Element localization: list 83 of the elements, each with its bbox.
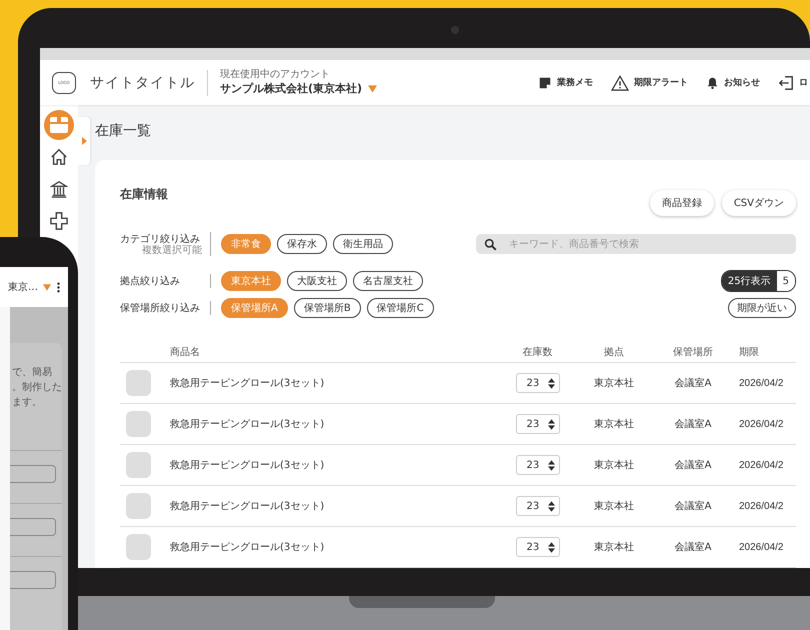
card-title: 在庫情報 — [120, 186, 168, 203]
header-button[interactable]: CSVダウン — [722, 190, 796, 216]
table-cell-text: 2026/04/2 — [738, 378, 784, 388]
stepper-arrows-icon — [548, 418, 554, 430]
column-header: 在庫数 — [522, 346, 554, 359]
caret-icon — [43, 284, 51, 290]
column-header: 拠点 — [603, 346, 625, 359]
filter-chip[interactable]: 名古屋支社 — [353, 271, 423, 291]
column-header: 商品名 — [170, 346, 201, 359]
input-field[interactable] — [10, 518, 56, 536]
logout-icon — [778, 74, 794, 90]
column-header: 期限 — [738, 346, 760, 359]
filter-note: 複数選択可能 — [142, 246, 202, 256]
quantity-stepper[interactable]: 23 — [516, 414, 560, 434]
table-cell-text: 東京本社 — [593, 376, 635, 390]
warning-icon — [611, 74, 629, 90]
filter-chip[interactable]: 保管場所C — [366, 298, 434, 318]
quantity-stepper[interactable]: 23 — [516, 537, 560, 557]
account-switcher[interactable]: サンプル株式会社(東京本社) — [220, 81, 378, 96]
account-caption: 現在使用中のアカウント — [220, 69, 331, 80]
bank-icon — [50, 180, 68, 198]
cross-icon — [50, 212, 68, 230]
filter-label: 保管場所絞り込み — [120, 302, 200, 315]
product-thumbnail — [126, 493, 151, 519]
sort-button[interactable]: 期限が近い — [728, 298, 796, 318]
column-header: 保管場所 — [672, 346, 714, 359]
product-name: 救急用テーピングロール(3セット) — [170, 541, 326, 554]
filter-chip[interactable]: 大阪支社 — [287, 271, 347, 291]
body-text: で、簡易 — [11, 366, 53, 380]
header-button[interactable]: 商品登録 — [650, 190, 714, 216]
filter-label: 拠点絞り込み — [120, 274, 180, 288]
table-cell-text: 会議室A — [674, 540, 712, 554]
table-cell-text: 東京本社 — [593, 500, 635, 513]
product-thumbnail — [126, 534, 151, 560]
table-cell-text: 東京本社 — [593, 458, 635, 472]
filter-chip[interactable]: 保管場所B — [294, 298, 361, 318]
bell-icon — [706, 76, 719, 90]
quantity-stepper[interactable]: 23 — [516, 373, 560, 393]
table-cell-text: 2026/04/2 — [738, 542, 784, 552]
input-field[interactable] — [10, 465, 56, 483]
header-action[interactable]: 業務メモ — [538, 76, 593, 90]
filter-label: カテゴリ絞り込み — [120, 232, 200, 245]
caret-icon — [82, 137, 86, 145]
caret-icon — [368, 84, 378, 92]
input-field[interactable] — [10, 571, 56, 589]
table-cell-text: 2026/04/2 — [738, 418, 784, 430]
note-icon — [538, 76, 552, 90]
page-size-option[interactable]: 25行表示 — [722, 271, 777, 291]
quantity-stepper[interactable]: 23 — [516, 496, 560, 516]
header-action[interactable]: 期限アラート — [611, 74, 688, 90]
header-action[interactable]: ロ — [778, 74, 808, 90]
product-name: 救急用テーピングロール(3セット) — [170, 418, 326, 431]
table-cell-text: 会議室A — [674, 376, 712, 390]
box-icon — [49, 116, 69, 134]
body-text: ます。 — [11, 396, 43, 410]
more-icon — [57, 280, 60, 294]
table-cell-text: 東京本社 — [593, 418, 635, 431]
stepper-arrows-icon — [548, 500, 554, 512]
table-cell-text: 会議室A — [674, 418, 712, 431]
quantity-stepper[interactable]: 23 — [516, 455, 560, 475]
product-thumbnail — [126, 452, 151, 478]
product-thumbnail — [126, 411, 151, 437]
header-action[interactable]: お知らせ — [706, 76, 760, 90]
page-title: 在庫一覧 — [95, 122, 152, 141]
home-icon — [50, 148, 68, 166]
table-cell-text: 2026/04/2 — [738, 500, 784, 512]
stepper-arrows-icon — [548, 460, 554, 470]
stepper-arrows-icon — [548, 378, 554, 388]
search-icon — [484, 238, 497, 250]
table-cell-text: 会議室A — [674, 500, 712, 513]
body-text: 。制作した — [11, 380, 62, 395]
site-title: サイトタイトル — [90, 70, 208, 96]
table-cell-text: 2026/04/2 — [738, 460, 784, 470]
product-name: 救急用テーピングロール(3セット) — [170, 377, 326, 390]
product-thumbnail — [126, 370, 151, 396]
product-name: 救急用テーピングロール(3セット) — [170, 500, 326, 513]
filter-chip[interactable]: 衛生用品 — [333, 234, 393, 254]
stepper-arrows-icon — [548, 542, 554, 552]
filter-chip[interactable]: 保存水 — [277, 234, 327, 254]
table-cell-text: 東京本社 — [593, 540, 635, 554]
table-cell-text: 会議室A — [674, 458, 712, 472]
sidebar-toggle[interactable] — [78, 117, 90, 165]
product-name: 救急用テーピングロール(3セット) — [170, 459, 326, 472]
